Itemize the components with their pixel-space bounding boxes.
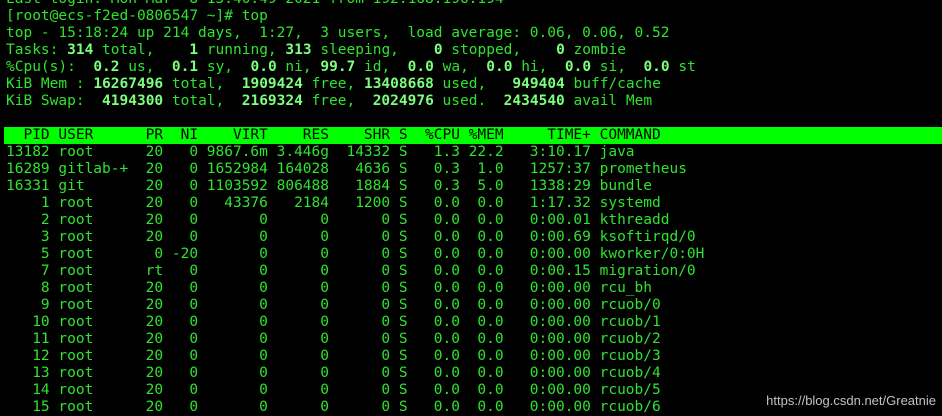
swap-free: 2169324 (241, 93, 303, 109)
shell-prompt: [root@ecs-f2ed-0806547 ~]# top (6, 8, 268, 24)
process-row: 11 root 20 0 0 0 0 S 0.0 0.0 0:00.00 rcu… (6, 331, 661, 347)
mem-line: KiB Mem : 16267496 total, 1909424 free, … (6, 76, 942, 93)
process-list: 13182 root 20 0 9867.6m 3.446g 14332 S 1… (6, 144, 942, 416)
mem-label: KiB Mem : (6, 76, 85, 92)
cpu-ni: 0.0 (250, 59, 277, 75)
tasks-zombie-label: zombie (564, 42, 626, 58)
mem-buff-cache-label: buff/cache (564, 76, 661, 92)
cpu-wa-label: wa, (433, 59, 469, 75)
watermark: https://blog.csdn.net/Greatnie (766, 393, 936, 408)
cpu-sy: 0.1 (171, 59, 199, 75)
mem-free-label: free, (302, 76, 356, 92)
tasks-running: 1 (189, 42, 199, 58)
swap-avail: 2434540 (503, 93, 565, 109)
tasks-total: 314 (67, 42, 94, 58)
cpu-st-label: st (669, 59, 696, 75)
process-row: 12 root 20 0 0 0 0 S 0.0 0.0 0:00.00 rcu… (6, 348, 661, 364)
cpu-us-label: us, (119, 59, 155, 75)
process-row: 13 root 20 0 0 0 0 S 0.0 0.0 0:00.00 rcu… (6, 365, 661, 381)
process-row: 2 root 20 0 0 0 0 S 0.0 0.0 0:00.01 kthr… (6, 212, 670, 228)
swap-label: KiB Swap: (6, 93, 85, 109)
swap-free-label: free, (302, 93, 356, 109)
mem-total-label: total, (163, 76, 225, 92)
tasks-label: Tasks: (6, 42, 59, 58)
tasks-stopped: 0 (433, 42, 443, 58)
tasks-sleeping-label: sleeping, (311, 42, 399, 58)
tasks-running-label: running, (198, 42, 277, 58)
cpu-line: %Cpu(s): 0.2 us, 0.1 sy, 0.0 ni, 99.7 id… (6, 59, 942, 76)
cpu-label: %Cpu(s): (6, 59, 76, 75)
tasks-line: Tasks: 314 total, 1 running, 313 sleepin… (6, 42, 942, 59)
mem-free: 1909424 (241, 76, 303, 92)
cpu-hi-label: hi, (512, 59, 548, 75)
process-row: 1 root 20 0 43376 2184 1200 S 0.0 0.0 1:… (6, 195, 661, 211)
cpu-sy-label: sy, (198, 59, 234, 75)
process-table-header: PID USER PR NI VIRT RES SHR S %CPU %MEM … (4, 127, 942, 144)
cpu-ni-label: ni, (276, 59, 312, 75)
swap-used-label: used. (433, 93, 487, 109)
process-row: 13182 root 20 0 9867.6m 3.446g 14332 S 1… (6, 144, 635, 160)
terminal-window[interactable]: Last login: Mon Mar 8 13:40:49 2021 from… (4, 0, 942, 416)
process-row: 3 root 20 0 0 0 0 S 0.0 0.0 0:00.69 ksof… (6, 229, 696, 245)
process-row: 9 root 20 0 0 0 0 S 0.0 0.0 0:00.00 rcuo… (6, 297, 661, 313)
tasks-total-label: total, (93, 42, 155, 58)
previous-output-line: Last login: Mon Mar 8 13:40:49 2021 from… (6, 0, 942, 8)
cpu-us: 0.2 (93, 59, 120, 75)
process-row: 8 root 20 0 0 0 0 S 0.0 0.0 0:00.00 rcu_… (6, 280, 653, 296)
swap-total-label: total, (163, 93, 225, 109)
cpu-id: 99.7 (320, 59, 356, 75)
mem-total: 16267496 (93, 76, 164, 92)
swap-total: 4194300 (102, 93, 164, 109)
tasks-zombie: 0 (556, 42, 565, 58)
mem-buff-cache: 949404 (512, 76, 565, 92)
process-row: 16289 gitlab-+ 20 0 1652984 164028 4636 … (6, 161, 687, 177)
mem-used: 13408668 (363, 76, 434, 92)
process-row: 10 root 20 0 0 0 0 S 0.0 0.0 0:00.00 rcu… (6, 314, 661, 330)
cpu-wa: 0.0 (407, 59, 434, 75)
cpu-si-label: si, (591, 59, 626, 75)
process-row: 16331 git 20 0 1103592 806488 1884 S 0.3… (6, 178, 653, 194)
cpu-id-label: id, (355, 59, 391, 75)
top-uptime-line: top - 15:18:24 up 214 days, 1:27, 3 user… (6, 25, 670, 41)
mem-used-label: used, (433, 76, 487, 92)
cpu-si: 0.0 (564, 59, 592, 75)
swap-avail-label: avail Mem (564, 93, 653, 109)
cpu-st: 0.0 (643, 59, 670, 75)
cpu-hi: 0.0 (486, 59, 513, 75)
tasks-stopped-label: stopped, (442, 42, 522, 58)
swap-line: KiB Swap: 4194300 total, 2169324 free, 2… (6, 93, 942, 110)
tasks-sleeping: 313 (285, 42, 312, 58)
process-row: 7 root rt 0 0 0 0 S 0.0 0.0 0:00.15 migr… (6, 263, 696, 279)
swap-used: 2024976 (372, 93, 434, 109)
process-row: 5 root 0 -20 0 0 0 S 0.0 0.0 0:00.00 kwo… (6, 246, 705, 262)
